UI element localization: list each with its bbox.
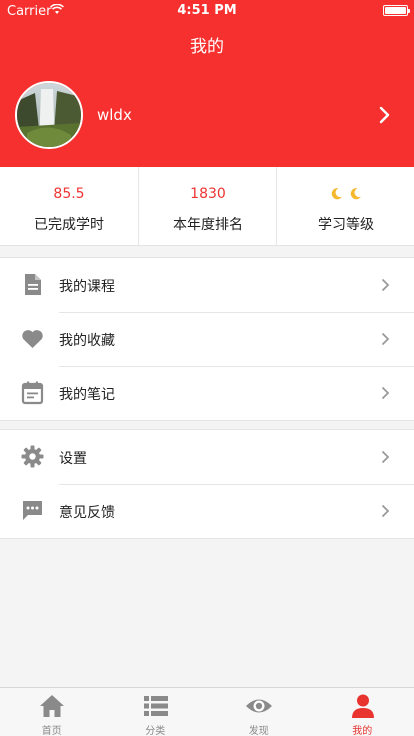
eye-icon — [246, 699, 272, 713]
tab-label: 发现 — [248, 726, 269, 736]
stat-label: 本年度排名 — [173, 217, 243, 233]
stats-bar: 85.5 已完成学时 1830 本年度排名 学习等级 — [0, 167, 414, 246]
menu-item-label: 我的课程 — [59, 279, 115, 295]
chevron-right-icon — [381, 332, 390, 346]
chevron-right-icon — [381, 504, 390, 518]
calendar-notes-icon — [21, 381, 44, 405]
chat-feedback-icon — [23, 501, 42, 520]
home-icon — [40, 695, 64, 717]
tab-categories[interactable]: 分类 — [104, 688, 208, 736]
menu-group-learning: 我的课程 我的收藏 我的笔记 — [0, 257, 414, 421]
chevron-right-icon — [381, 278, 390, 292]
person-icon — [351, 694, 374, 718]
menu-item-my-favorites[interactable]: 我的收藏 — [0, 312, 414, 366]
stat-label: 已完成学时 — [34, 217, 104, 233]
menu-group-system: 设置 意见反馈 — [0, 429, 414, 539]
tab-label: 首页 — [41, 726, 62, 736]
menu-item-label: 设置 — [59, 451, 87, 467]
tab-discover[interactable]: 发现 — [207, 688, 311, 736]
menu-item-label: 我的收藏 — [59, 333, 115, 349]
gear-icon — [21, 445, 44, 468]
chevron-right-icon — [381, 386, 390, 400]
menu-item-label: 我的笔记 — [59, 387, 115, 403]
stat-value: 85.5 — [53, 186, 85, 202]
stat-annual-rank[interactable]: 1830 本年度排名 — [138, 167, 276, 246]
stat-completed-hours[interactable]: 85.5 已完成学时 — [0, 167, 138, 246]
tab-me[interactable]: 我的 — [311, 688, 414, 736]
level-moons — [277, 185, 414, 204]
list-icon — [143, 696, 168, 716]
battery-icon — [383, 5, 410, 16]
tab-home[interactable]: 首页 — [0, 688, 104, 736]
profile-header: Carrier 4:51 PM 我的 wldx — [0, 0, 414, 167]
avatar[interactable] — [15, 81, 83, 149]
menu-item-settings[interactable]: 设置 — [0, 430, 414, 484]
clock: 4:51 PM — [177, 3, 237, 18]
profile-row[interactable]: wldx — [0, 78, 414, 152]
heart-icon — [22, 330, 43, 348]
stat-label: 学习等级 — [318, 217, 374, 233]
chevron-right-icon — [381, 450, 390, 464]
chevron-right-icon[interactable] — [378, 106, 392, 124]
tab-bar: 首页 分类 发现 我的 — [0, 687, 414, 736]
page-title: 我的 — [190, 37, 224, 57]
stat-study-level[interactable]: 学习等级 — [276, 167, 414, 246]
document-icon — [25, 274, 41, 295]
username: wldx — [97, 106, 132, 124]
stat-value: 1830 — [190, 186, 226, 202]
moon-icon — [331, 188, 342, 200]
moon-icon — [350, 188, 362, 200]
status-bar: Carrier 4:51 PM — [0, 0, 414, 22]
tab-label: 我的 — [352, 726, 373, 736]
menu-item-my-courses[interactable]: 我的课程 — [0, 258, 414, 312]
menu-item-feedback[interactable]: 意见反馈 — [0, 484, 414, 538]
menu-item-label: 意见反馈 — [59, 505, 115, 521]
tab-label: 分类 — [145, 726, 166, 736]
menu-item-my-notes[interactable]: 我的笔记 — [0, 366, 414, 420]
